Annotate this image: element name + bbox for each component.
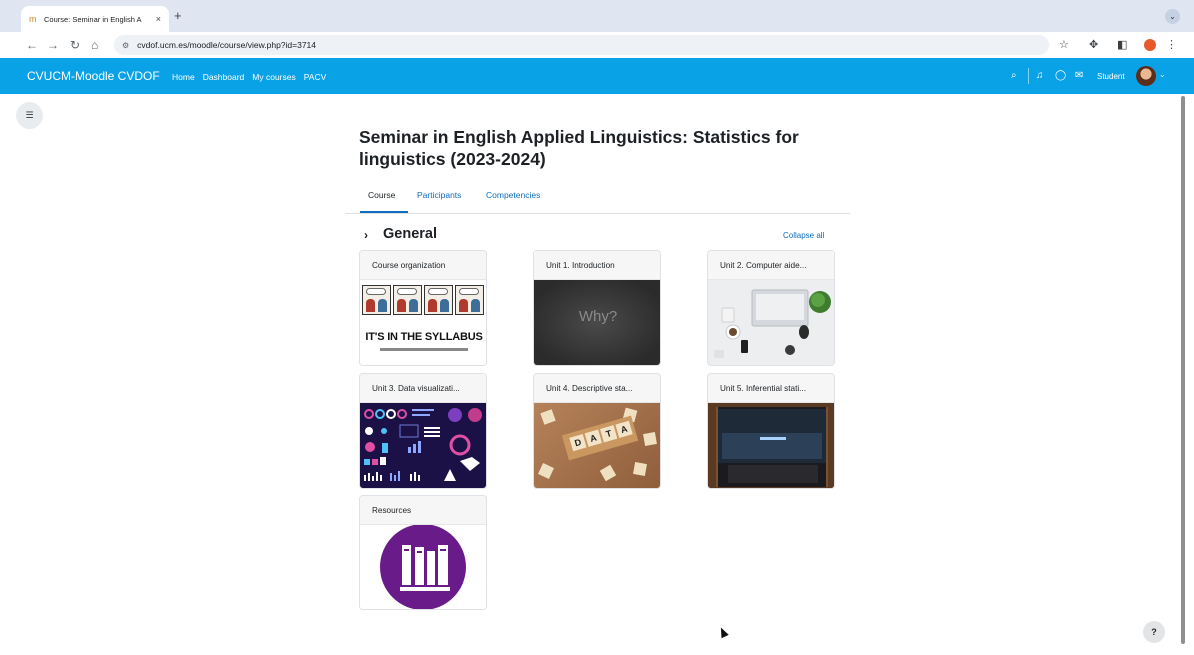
laptop-night-image bbox=[708, 403, 834, 488]
card-title: Unit 3. Data visualizati... bbox=[360, 374, 486, 403]
browser-toolbar: ← → ↻ ⌂ ⚙ cvdof.ucm.es/moodle/course/vie… bbox=[0, 32, 1194, 58]
page-title: Seminar in English Applied Linguistics: … bbox=[359, 127, 799, 169]
site-info-icon[interactable]: ⚙ bbox=[122, 41, 129, 50]
back-icon[interactable]: ← bbox=[26, 37, 38, 53]
browser-tabstrip: m Course: Seminar in English A × + ⌄ bbox=[0, 0, 1194, 32]
course-index-toggle-button[interactable]: ☰ bbox=[16, 102, 43, 129]
activity-card-resources[interactable]: Resources bbox=[359, 495, 487, 610]
help-button[interactable]: ? bbox=[1143, 621, 1165, 643]
scrabble-data-image: D A T A bbox=[534, 403, 660, 488]
site-brand[interactable]: CVUCM-Moodle CVDOF bbox=[27, 69, 160, 83]
active-tab-indicator bbox=[360, 211, 408, 213]
new-tab-button[interactable]: + bbox=[174, 9, 182, 23]
card-title: Unit 5. Inferential stati... bbox=[708, 374, 834, 403]
list-icon: ☰ bbox=[25, 110, 34, 120]
browser-menu-icon[interactable]: ⋮ bbox=[1166, 37, 1177, 53]
activity-card-unit-1[interactable]: Unit 1. Introduction Why? bbox=[533, 250, 661, 366]
browser-tab[interactable]: m Course: Seminar in English A × bbox=[21, 6, 169, 32]
navbar-divider bbox=[1028, 68, 1029, 84]
tab-search-icon[interactable]: ⌄ bbox=[1165, 9, 1180, 24]
card-title: Unit 1. Introduction bbox=[534, 251, 660, 280]
bookmark-star-icon[interactable]: ☆ bbox=[1059, 37, 1069, 53]
tab-participants[interactable]: Participants bbox=[417, 190, 461, 200]
syllabus-caption: IT'S IN THE SYLLABUS bbox=[365, 331, 483, 343]
nav-home[interactable]: Home bbox=[172, 72, 195, 82]
tab-course[interactable]: Course bbox=[368, 190, 395, 200]
chalkboard-text: Why? bbox=[578, 308, 618, 325]
user-role-label[interactable]: Student bbox=[1097, 72, 1125, 81]
chalkboard-why-image: Why? bbox=[534, 280, 660, 365]
syllabus-comic-image: IT'S IN THE SYLLABUS bbox=[360, 280, 486, 365]
close-tab-icon[interactable]: × bbox=[156, 14, 161, 24]
side-panel-icon[interactable]: ◧ bbox=[1117, 37, 1127, 53]
collapse-all-link[interactable]: Collapse all bbox=[783, 231, 824, 240]
moodle-favicon-icon: m bbox=[29, 14, 37, 24]
moodle-navbar: CVUCM-Moodle CVDOF Home Dashboard My cou… bbox=[0, 58, 1194, 94]
messages-icon[interactable]: ◯ bbox=[1055, 70, 1066, 82]
tab-competencies[interactable]: Competencies bbox=[486, 190, 540, 200]
desk-laptop-image bbox=[708, 280, 834, 365]
mouse-cursor-icon bbox=[717, 625, 729, 639]
activity-card-unit-2[interactable]: Unit 2. Computer aide... bbox=[707, 250, 835, 366]
nav-my-courses[interactable]: My courses bbox=[252, 72, 295, 82]
extensions-icon[interactable]: ✥ bbox=[1089, 37, 1098, 53]
primary-navigation: Home Dashboard My courses PACV bbox=[172, 72, 326, 82]
activity-card-unit-5[interactable]: Unit 5. Inferential stati... bbox=[707, 373, 835, 489]
card-title: Resources bbox=[360, 496, 486, 525]
user-avatar[interactable] bbox=[1136, 66, 1156, 86]
search-icon[interactable]: ⌕ bbox=[1011, 70, 1017, 82]
section-title: General bbox=[383, 226, 437, 242]
card-title: Unit 2. Computer aide... bbox=[708, 251, 834, 280]
home-icon[interactable]: ⌂ bbox=[91, 37, 98, 53]
card-title: Course organization bbox=[360, 251, 486, 280]
reload-icon[interactable]: ↻ bbox=[70, 37, 80, 53]
user-menu-chevron-icon[interactable]: ⌄ bbox=[1159, 70, 1166, 79]
section-collapse-chevron-icon[interactable]: › bbox=[364, 228, 368, 242]
data-visualization-image bbox=[360, 403, 486, 488]
resources-image bbox=[360, 525, 486, 609]
forward-icon[interactable]: → bbox=[47, 37, 59, 53]
activity-card-course-organization[interactable]: Course organization IT'S IN THE SYLLABUS bbox=[359, 250, 487, 366]
url-text: cvdof.ucm.es/moodle/course/view.php?id=3… bbox=[137, 40, 317, 50]
nav-pacv[interactable]: PACV bbox=[304, 72, 327, 82]
profile-avatar-icon[interactable] bbox=[1144, 39, 1156, 51]
card-title: Unit 4. Descriptive sta... bbox=[534, 374, 660, 403]
nav-dashboard[interactable]: Dashboard bbox=[203, 72, 245, 82]
browser-tab-title: Course: Seminar in English A bbox=[44, 14, 142, 24]
mail-icon[interactable]: ✉ bbox=[1075, 70, 1083, 82]
notifications-bell-icon[interactable]: ♫ bbox=[1036, 70, 1044, 82]
page-scrollbar[interactable] bbox=[1181, 96, 1185, 644]
activity-card-unit-4[interactable]: Unit 4. Descriptive sta... D A T A bbox=[533, 373, 661, 489]
address-bar[interactable]: ⚙ cvdof.ucm.es/moodle/course/view.php?id… bbox=[114, 35, 1049, 55]
activity-card-unit-3[interactable]: Unit 3. Data visualizati... bbox=[359, 373, 487, 489]
